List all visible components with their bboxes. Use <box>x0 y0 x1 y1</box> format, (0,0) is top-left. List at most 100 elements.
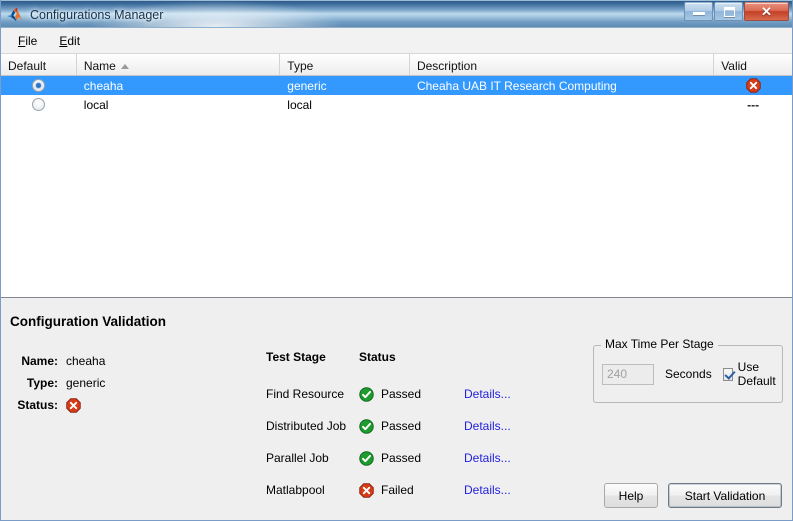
test-stage-name: Matlabpool <box>266 483 359 497</box>
cell-valid: --- <box>714 95 792 114</box>
close-icon: ✕ <box>745 3 788 20</box>
failed-icon <box>359 483 374 498</box>
cell-default[interactable] <box>1 76 77 95</box>
column-header-description-label: Description <box>417 59 477 73</box>
max-time-controls: Seconds Use Default <box>593 345 783 403</box>
cell-description <box>410 95 714 114</box>
help-button[interactable]: Help <box>604 483 658 508</box>
window-title: Configurations Manager <box>30 8 163 22</box>
maximize-icon <box>724 7 735 17</box>
test-stage-header-stage: Test Stage <box>266 350 359 364</box>
info-row-status: Status: <box>10 394 105 416</box>
status-error-icon <box>66 398 81 413</box>
sort-ascending-icon <box>121 64 129 69</box>
test-stage-row: Parallel Job Passed Details... <box>266 442 534 474</box>
error-icon <box>746 78 761 93</box>
test-stage-details: Details... <box>464 483 534 497</box>
info-row-type: Type: generic <box>10 372 105 394</box>
test-stage-details: Details... <box>464 387 534 401</box>
details-link[interactable]: Details... <box>464 387 511 401</box>
test-stage-row: Distributed Job Passed Details... <box>266 410 534 442</box>
menu-item-edit[interactable]: Edit <box>50 31 89 51</box>
info-value-name: cheaha <box>66 354 105 368</box>
title-bar: Configurations Manager ✕ <box>1 0 792 28</box>
test-stage-status: Passed <box>359 451 464 466</box>
cell-name: local <box>77 95 280 114</box>
test-stage-name: Find Resource <box>266 387 359 401</box>
test-stage-status-label: Passed <box>381 387 421 401</box>
column-header-type-label: Type <box>287 59 313 73</box>
configurations-table: Default Name Type Description Valid <box>1 54 792 298</box>
test-stage-header-status: Status <box>359 350 464 364</box>
test-stage-table: Test Stage Status Find Resource Passed D… <box>266 350 534 506</box>
configurations-manager-window: Configurations Manager ✕ File Edit Defau… <box>0 0 793 521</box>
passed-icon <box>359 451 374 466</box>
start-validation-button[interactable]: Start Validation <box>668 483 782 508</box>
max-time-per-stage-group: Max Time Per Stage Seconds Use Default <box>593 345 783 403</box>
column-header-name[interactable]: Name <box>77 54 280 75</box>
test-stage-header: Test Stage Status <box>266 350 534 378</box>
column-header-valid-label: Valid <box>721 59 747 73</box>
matlab-logo-icon <box>7 7 23 23</box>
close-button[interactable]: ✕ <box>744 2 789 21</box>
test-stage-details: Details... <box>464 419 534 433</box>
test-stage-status: Passed <box>359 419 464 434</box>
info-label-type: Type: <box>10 376 66 390</box>
info-row-name: Name: cheaha <box>10 350 105 372</box>
menu-item-file[interactable]: File <box>9 31 46 51</box>
use-default-checkbox-wrap[interactable]: Use Default <box>723 360 783 388</box>
column-header-type[interactable]: Type <box>280 54 410 75</box>
use-default-label: Use Default <box>738 360 783 388</box>
maximize-button[interactable] <box>714 2 743 21</box>
use-default-checkbox[interactable] <box>723 368 733 381</box>
details-link[interactable]: Details... <box>464 419 511 433</box>
default-radio-button[interactable] <box>32 79 45 92</box>
column-header-default[interactable]: Default <box>1 54 77 75</box>
cell-default[interactable] <box>1 95 77 114</box>
table-body: cheaha generic Cheaha UAB IT Research Co… <box>1 76 792 297</box>
valid-none-indicator: --- <box>747 101 759 109</box>
cell-type: generic <box>280 76 410 95</box>
info-value-type: generic <box>66 376 105 390</box>
table-header-row: Default Name Type Description Valid <box>1 54 792 76</box>
column-header-name-label: Name <box>84 59 116 73</box>
cell-name: cheaha <box>77 76 280 95</box>
test-stage-header-status-label: Status <box>359 350 396 364</box>
max-time-seconds-input[interactable] <box>602 364 654 385</box>
details-link[interactable]: Details... <box>464 483 511 497</box>
test-stage-row: Matlabpool Failed Details... <box>266 474 534 506</box>
button-bar: Help Start Validation <box>604 483 782 508</box>
minimize-icon <box>693 12 705 15</box>
column-header-valid[interactable]: Valid <box>714 54 792 75</box>
configuration-validation-panel: Configuration Validation Name: cheaha Ty… <box>1 298 792 520</box>
minimize-button[interactable] <box>684 2 713 21</box>
menu-bar: File Edit <box>1 28 792 54</box>
window-controls: ✕ <box>684 2 789 21</box>
default-radio-button[interactable] <box>32 98 45 111</box>
title-bar-left: Configurations Manager <box>7 1 163 28</box>
info-label-status: Status: <box>10 398 66 412</box>
details-link[interactable]: Details... <box>464 451 511 465</box>
info-label-name: Name: <box>10 354 66 368</box>
table-row[interactable]: cheaha generic Cheaha UAB IT Research Co… <box>1 76 792 95</box>
test-stage-status-label: Failed <box>381 483 414 497</box>
cell-description: Cheaha UAB IT Research Computing <box>410 76 714 95</box>
panel-title: Configuration Validation <box>10 314 166 329</box>
cell-valid <box>714 76 792 95</box>
column-header-default-label: Default <box>8 59 46 73</box>
test-stage-row: Find Resource Passed Details... <box>266 378 534 410</box>
test-stage-name: Parallel Job <box>266 451 359 465</box>
test-stage-status: Passed <box>359 387 464 402</box>
passed-icon <box>359 387 374 402</box>
passed-icon <box>359 419 374 434</box>
test-stage-status-label: Passed <box>381 419 421 433</box>
seconds-label: Seconds <box>665 367 712 381</box>
test-stage-name: Distributed Job <box>266 419 359 433</box>
test-stage-status-label: Passed <box>381 451 421 465</box>
table-row[interactable]: local local --- <box>1 95 792 114</box>
configuration-info: Name: cheaha Type: generic Status: <box>10 350 105 416</box>
column-header-description[interactable]: Description <box>410 54 714 75</box>
test-stage-status: Failed <box>359 483 464 498</box>
test-stage-details: Details... <box>464 451 534 465</box>
cell-type: local <box>280 95 410 114</box>
